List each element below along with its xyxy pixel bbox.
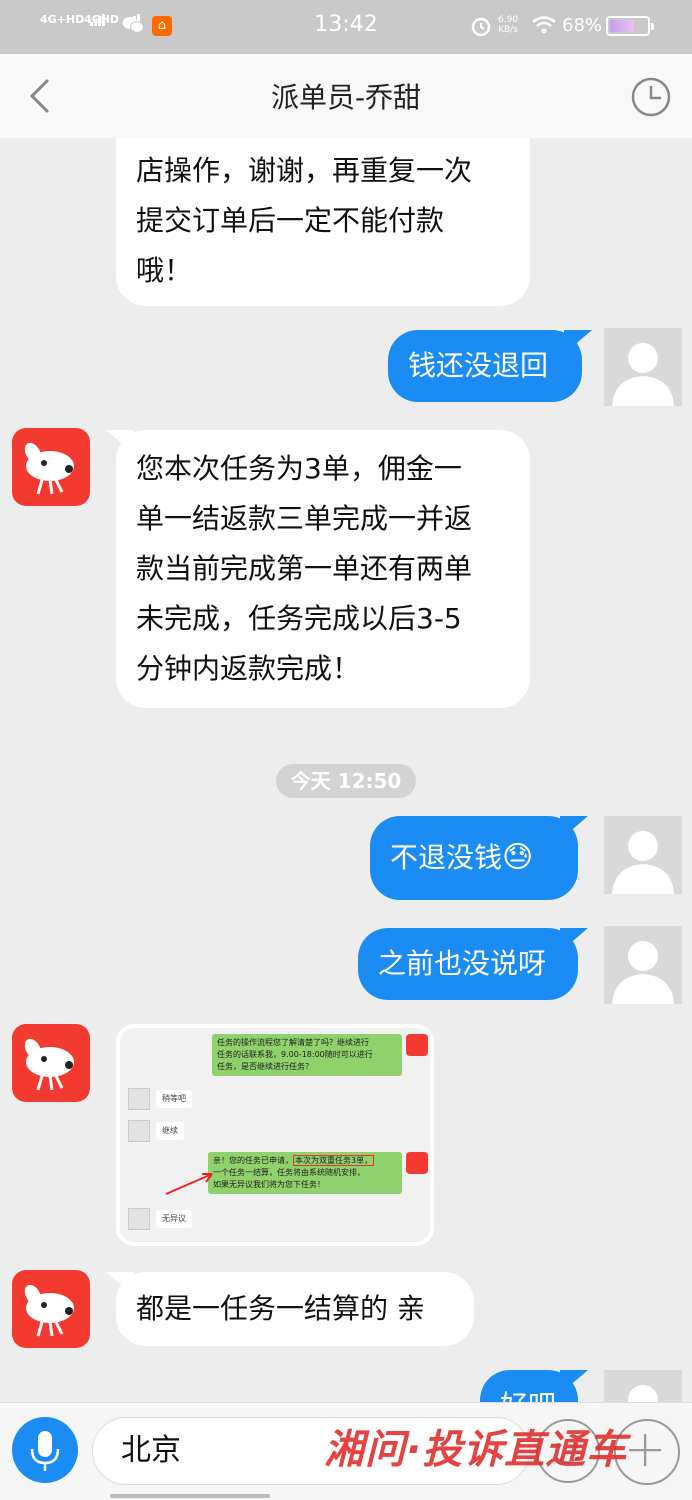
avatar[interactable] bbox=[12, 1270, 90, 1348]
mini-user-avatar-icon bbox=[128, 1088, 150, 1110]
wifi-icon bbox=[532, 16, 556, 34]
mini-user-avatar-icon bbox=[128, 1208, 150, 1230]
highlight-box: 本次为双重任务3单， bbox=[293, 1155, 375, 1166]
message-line: 您本次任务为3单，佣金一 bbox=[136, 452, 462, 485]
message-bubble-outgoing[interactable]: 之前也没说呀 bbox=[358, 928, 578, 1000]
message-line: 单一结返款三单完成一并返 bbox=[136, 502, 473, 535]
watermark: 湘问·投诉直通车 bbox=[324, 1427, 628, 1473]
mini-line: 一个任务一结算，任务将由系统随机安排， bbox=[213, 1168, 365, 1177]
home-indicator bbox=[110, 1494, 270, 1498]
message-text: 之前也没说呀 bbox=[378, 947, 547, 980]
mini-jd-avatar-icon bbox=[406, 1034, 428, 1056]
clock-icon[interactable] bbox=[630, 76, 672, 118]
avatar[interactable] bbox=[604, 926, 682, 1004]
mini-line: 亲！您的任务已申请， bbox=[213, 1156, 293, 1165]
avatar[interactable] bbox=[12, 428, 90, 506]
user-avatar-icon bbox=[612, 343, 674, 406]
message-line: 哦！ bbox=[136, 254, 193, 287]
embedded-screenshot: 任务的操作流程您了解清楚了吗？继续进行 任务的话联系我，9.00-18:00随时… bbox=[120, 1028, 430, 1242]
message-bubble-incoming[interactable]: 您本次任务为3单，佣金一 单一结返款三单完成一并返 款当前完成第一单还有两单 未… bbox=[116, 430, 530, 708]
mini-line: 如果无异议我们将为您下任务！ bbox=[213, 1180, 325, 1189]
avatar[interactable] bbox=[604, 1370, 682, 1402]
battery-level-fill bbox=[610, 20, 635, 32]
avatar[interactable] bbox=[12, 1024, 90, 1102]
mini-bubble-white: 继续 bbox=[156, 1122, 184, 1140]
timestamp: 今天 12:50 bbox=[276, 764, 416, 798]
chat-header: 派单员-乔甜 bbox=[0, 54, 692, 138]
message-line: 店操作，谢谢，再重复一次 bbox=[136, 154, 473, 187]
mini-jd-avatar-icon bbox=[406, 1152, 428, 1174]
sweat-emoji-icon: 😓 bbox=[502, 840, 534, 875]
message-text: 钱还没退回 bbox=[408, 349, 549, 382]
mini-line: 任务的操作流程您了解清楚了吗？继续进行 bbox=[217, 1038, 369, 1047]
status-bar: 4G+HD 4GHD ⌂ 13:42 6.90 KB/s 68% bbox=[0, 0, 692, 54]
mini-bubble-white: 无异议 bbox=[156, 1210, 192, 1228]
message-line: 未完成，任务完成以后3-5 bbox=[136, 602, 462, 635]
user-avatar-icon bbox=[612, 831, 674, 894]
message-list[interactable]: 店操作，谢谢，再重复一次 提交订单后一定不能付款 哦！ 钱还没退回 您本次任务为… bbox=[0, 138, 692, 1402]
network-speed-value: 6.90 bbox=[498, 15, 519, 25]
network-speed-unit: KB/s bbox=[498, 25, 518, 35]
message-line: 分钟内返款完成！ bbox=[136, 652, 361, 685]
mini-line: 任务的话联系我，9.00-18:00随时可以进行 bbox=[217, 1050, 373, 1059]
jd-dog-logo-icon bbox=[24, 442, 74, 495]
microphone-icon bbox=[30, 1431, 60, 1471]
alarm-icon bbox=[471, 17, 491, 37]
avatar[interactable] bbox=[604, 816, 682, 894]
jd-dog-logo-icon bbox=[24, 1284, 74, 1337]
message-bubble-incoming[interactable]: 都是一任务一结算的 亲 bbox=[116, 1272, 474, 1346]
jd-dog-logo-icon bbox=[24, 1038, 74, 1091]
page-title: 派单员-乔甜 bbox=[270, 81, 422, 114]
user-avatar-icon bbox=[628, 1385, 658, 1402]
mini-bubble-white: 稍等吧 bbox=[156, 1090, 192, 1108]
message-line: 款当前完成第一单还有两单 bbox=[136, 552, 473, 585]
input-bar: 北京 湘问·投诉直通车 bbox=[0, 1402, 692, 1500]
message-bubble-outgoing[interactable]: 好吧 bbox=[480, 1370, 578, 1402]
network-speed: 6.90 KB/s bbox=[498, 15, 518, 35]
message-text: 都是一任务一结算的 亲 bbox=[136, 1292, 425, 1325]
message-bubble-outgoing[interactable]: 钱还没退回 bbox=[388, 330, 582, 402]
mini-bubble-green: 任务的操作流程您了解清楚了吗？继续进行 任务的话联系我，9.00-18:00随时… bbox=[212, 1034, 402, 1076]
mini-bubble-green: 亲！您的任务已申请， 本次为双重任务3单， 一个任务一结算，任务将由系统随机安排，… bbox=[208, 1152, 402, 1194]
red-arrow-icon bbox=[165, 1173, 213, 1195]
battery-percent: 68% bbox=[562, 15, 603, 36]
message-line: 提交订单后一定不能付款 bbox=[136, 204, 445, 237]
message-bubble-outgoing[interactable]: 不退没钱😓 bbox=[370, 816, 578, 900]
message-text: 好吧 bbox=[500, 1389, 556, 1402]
voice-button[interactable] bbox=[12, 1417, 78, 1483]
user-avatar-icon bbox=[612, 941, 674, 1004]
image-message[interactable]: 任务的操作流程您了解清楚了吗？继续进行 任务的话联系我，9.00-18:00随时… bbox=[116, 1024, 434, 1246]
message-text: 不退没钱 bbox=[390, 841, 503, 874]
mini-user-avatar-icon bbox=[128, 1120, 150, 1142]
mini-line: 任务，是否继续进行任务？ bbox=[217, 1062, 313, 1071]
avatar[interactable] bbox=[604, 328, 682, 406]
battery-icon bbox=[606, 16, 654, 36]
message-bubble-incoming[interactable]: 店操作，谢谢，再重复一次 提交订单后一定不能付款 哦！ bbox=[116, 138, 530, 306]
